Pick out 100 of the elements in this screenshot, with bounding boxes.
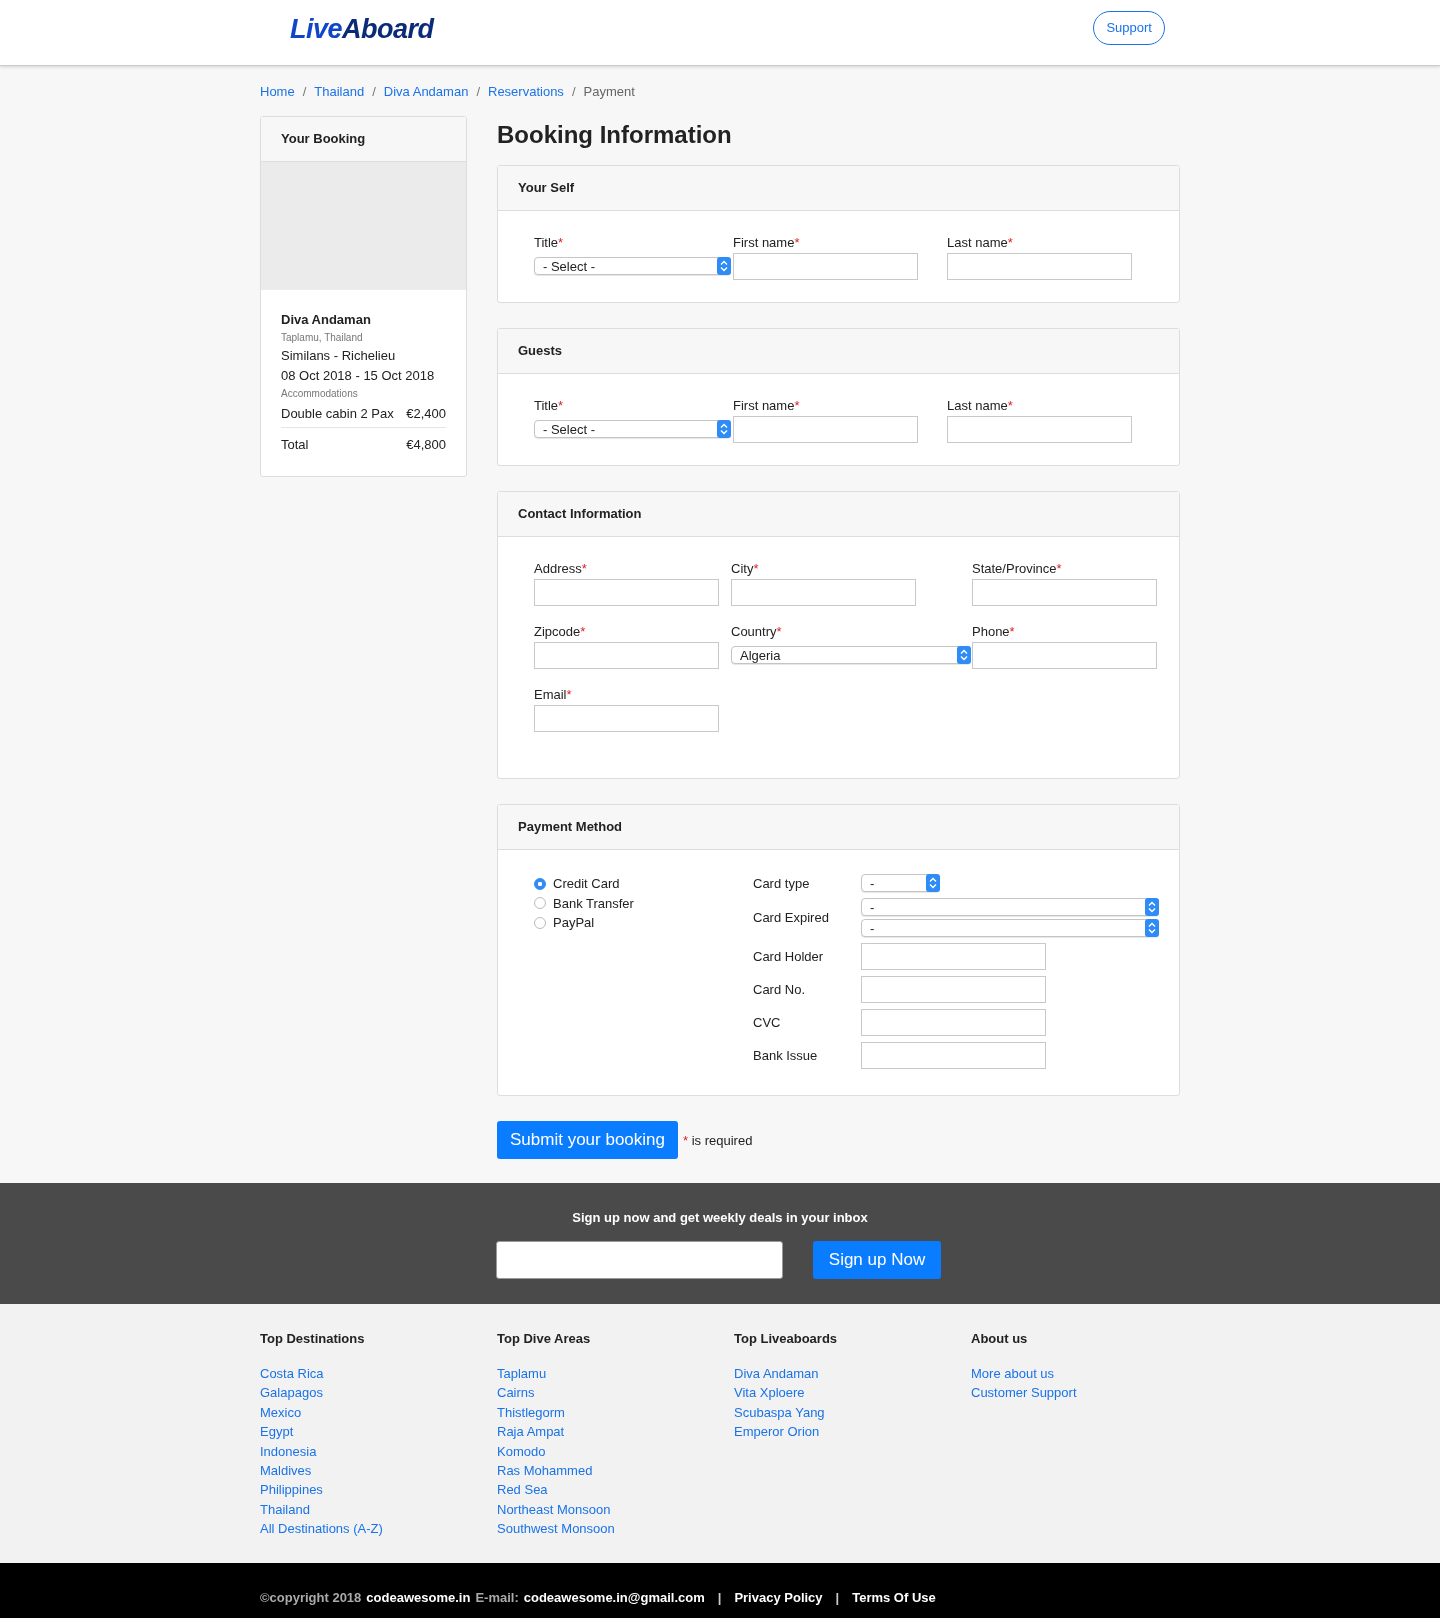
radio-label[interactable]: PayPal <box>553 915 595 931</box>
footer-link[interactable]: Indonesia <box>260 1441 317 1462</box>
radio-label[interactable]: Bank Transfer <box>553 895 634 911</box>
footer-heading: Top Dive Areas <box>497 1331 591 1346</box>
field-label: Address* <box>534 561 588 576</box>
footer-link[interactable]: Scubaspa Yang <box>734 1402 825 1423</box>
footer-link[interactable]: Terms Of Use <box>852 1590 936 1605</box>
radio-button[interactable] <box>534 897 546 910</box>
input-field[interactable] <box>861 1042 1046 1069</box>
newsletter-text: Sign up now and get weekly deals in your inbox <box>571 1210 869 1225</box>
footer-link[interactable]: Maldives <box>260 1461 312 1481</box>
input-field[interactable] <box>861 943 1046 970</box>
footer-link[interactable]: Emperor Orion <box>734 1422 820 1442</box>
footer-link[interactable]: More about us <box>971 1364 1055 1384</box>
footer-heading: About us <box>971 1331 1028 1346</box>
select-arrows-icon <box>717 257 731 275</box>
select-arrows-icon <box>1145 898 1159 916</box>
field-label: Bank Issue <box>753 1048 819 1063</box>
breadcrumb-link[interactable]: Diva Andaman <box>383 84 469 99</box>
footer-link[interactable]: Costa Rica <box>260 1364 324 1384</box>
field-label: First name* <box>733 398 801 413</box>
contact-text: codeawesome.in <box>366 1590 471 1605</box>
email-field[interactable] <box>496 1241 783 1279</box>
select-field[interactable]: - <box>861 898 1159 916</box>
field-label: Card Holder <box>753 949 825 964</box>
dates-text: 08 Oct 2018 - 15 Oct 2018 <box>281 367 436 385</box>
field-label: Zipcode* <box>534 624 587 639</box>
field-label: Card No. <box>753 982 807 997</box>
select-arrows-icon <box>957 646 971 664</box>
input-field[interactable] <box>972 642 1157 669</box>
support-button[interactable]: Support <box>1093 10 1165 45</box>
footer-link[interactable]: Red Sea <box>497 1480 548 1500</box>
radio-button[interactable] <box>534 916 546 929</box>
signup-button[interactable]: Sign up Now <box>813 1241 941 1279</box>
footer-heading: Top Destinations <box>260 1331 365 1346</box>
footer-link[interactable]: Thistlegorm <box>497 1402 565 1423</box>
footer-link[interactable]: Mexico <box>260 1402 302 1423</box>
input-field[interactable] <box>861 976 1046 1003</box>
panel-header: Your Self <box>498 166 1179 211</box>
input-field[interactable] <box>534 579 719 606</box>
footer-link[interactable]: Galapagos <box>260 1383 323 1403</box>
input-field[interactable] <box>947 253 1132 280</box>
footer-link[interactable]: Raja Ampat <box>497 1422 565 1442</box>
select-arrows-icon <box>1145 919 1159 937</box>
input-field[interactable] <box>733 416 918 443</box>
submit-button[interactable]: Submit your booking <box>497 1121 678 1159</box>
footer-link[interactable]: All Destinations (A-Z) <box>260 1519 383 1539</box>
field-label: Phone* <box>972 624 1016 639</box>
footer-link[interactable]: Northeast Monsoon <box>497 1499 611 1520</box>
field-label: State/Province* <box>972 561 1063 576</box>
panel-header: Payment Method <box>498 805 1179 850</box>
footer-link[interactable]: Diva Andaman <box>734 1364 819 1384</box>
select-field[interactable]: - <box>861 874 940 892</box>
radio-button[interactable] <box>534 877 546 890</box>
radio-label[interactable]: Credit Card <box>553 876 620 892</box>
footer-link[interactable]: Thailand <box>260 1499 310 1520</box>
accommodations-label: Accommodations <box>281 388 359 399</box>
select-field[interactable]: Algeria <box>731 646 971 664</box>
footer-link[interactable]: Philippines <box>260 1480 323 1500</box>
field-label: Title* <box>534 398 565 413</box>
total-label: Total <box>281 437 309 452</box>
select-field[interactable]: - Select - <box>534 420 731 438</box>
card-header: Your Booking <box>261 117 466 162</box>
route-text: Similans - Richelieu <box>281 347 397 365</box>
footer-link[interactable]: Ras Mohammed <box>497 1461 593 1481</box>
footer-link[interactable]: Customer Support <box>971 1383 1077 1403</box>
boat-name: Diva Andaman <box>281 312 372 327</box>
input-field[interactable] <box>947 416 1132 443</box>
footer-link[interactable]: Taplamu <box>497 1364 547 1384</box>
required-note: * is required <box>683 1132 753 1148</box>
logo[interactable]: LiveAboard <box>290 14 434 45</box>
footer-heading: Top Liveaboards <box>734 1331 838 1346</box>
footer-link[interactable]: Cairns <box>497 1383 535 1403</box>
copyright-text: ©copyright 2018 <box>260 1590 362 1605</box>
footer-link[interactable]: Egypt <box>260 1422 294 1442</box>
separator: | <box>717 1590 722 1605</box>
input-field[interactable] <box>534 642 719 669</box>
field-label: Last name* <box>947 235 1014 250</box>
input-field[interactable] <box>534 705 719 732</box>
input-field[interactable] <box>861 1009 1046 1036</box>
footer-link[interactable]: Komodo <box>497 1441 546 1462</box>
footer-link[interactable]: Southwest Monsoon <box>497 1519 615 1539</box>
footer-link[interactable]: Vita Xploere <box>734 1383 805 1403</box>
footer-link[interactable]: Privacy Policy <box>734 1590 823 1605</box>
input-field[interactable] <box>733 253 918 280</box>
breadcrumb-link[interactable]: Thailand <box>314 84 365 99</box>
panel-header: Guests <box>498 329 1179 374</box>
select-field[interactable]: - Select - <box>534 257 731 275</box>
contact-text: codeawesome.in@gmail.com <box>523 1590 705 1605</box>
breadcrumb-link[interactable]: Home <box>260 84 295 99</box>
breadcrumb-separator: / <box>372 84 376 99</box>
field-label: City* <box>731 561 760 576</box>
panel-header: Contact Information <box>498 492 1179 537</box>
select-field[interactable]: - <box>861 919 1159 937</box>
input-field[interactable] <box>731 579 916 606</box>
field-label: Last name* <box>947 398 1014 413</box>
input-field[interactable] <box>972 579 1157 606</box>
cabin-text: Double cabin 2 Pax <box>281 406 394 421</box>
field-label: First name* <box>733 235 801 250</box>
breadcrumb-link[interactable]: Reservations <box>488 84 564 99</box>
